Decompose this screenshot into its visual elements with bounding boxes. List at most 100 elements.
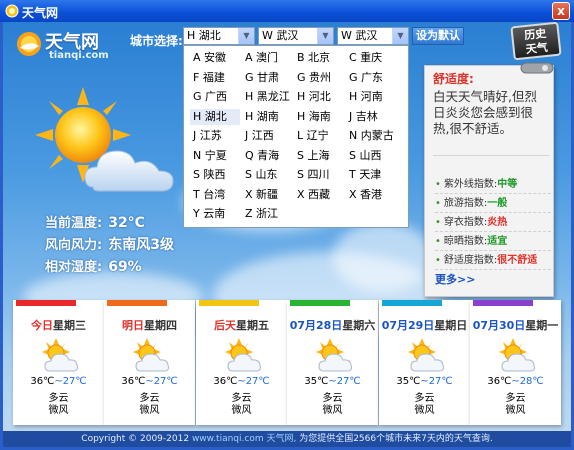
province-option[interactable]: A 澳门 (242, 50, 292, 66)
comfort-note: 舒适度: 白天天气晴好,但烈日炎炎您会感到很热,很不舒适。 • 紫外线指数:中等 •… (424, 62, 554, 297)
site-logo[interactable]: 天气网 tianqi.com (15, 28, 125, 64)
province-select[interactable]: H 湖北 ▼ (183, 27, 255, 45)
city-select[interactable]: W 武汉 ▼ (258, 27, 334, 45)
forecast-wind: 微风 (48, 405, 69, 416)
province-value: H 湖北 (187, 29, 221, 42)
province-option[interactable]: G 广西 (190, 89, 240, 105)
forecast-day: 明日星期四 (104, 317, 195, 333)
city-value: W 武汉 (262, 29, 299, 42)
forecast-day: 今日星期三 (13, 317, 104, 333)
province-option[interactable]: S 陕西 (190, 167, 240, 183)
comfort-heading: 舒适度: (433, 72, 474, 86)
province-option[interactable]: S 上海 (294, 148, 344, 164)
forecast-card[interactable]: 今日星期三 36℃~27℃ 多云 微风 (13, 300, 104, 425)
forecast-day-prefix: 07月29日 (381, 319, 435, 332)
partly-cloudy-icon (406, 338, 446, 376)
temp-low: ~27℃ (145, 376, 178, 387)
province-option[interactable]: S 山东 (242, 167, 292, 183)
province-option[interactable]: N 宁夏 (190, 148, 240, 164)
forecast-weekday: 星期日 (434, 319, 468, 332)
chevron-down-icon[interactable]: ▼ (238, 28, 254, 44)
forecast-temp: 36℃~27℃ (13, 376, 104, 387)
index-value: 中等 (497, 179, 518, 190)
current-temperature: 当前温度: 32°C (45, 212, 145, 231)
bullet-icon: • (435, 255, 441, 266)
set-default-button[interactable]: 设为默认 (412, 27, 464, 45)
province-option[interactable]: X 西藏 (294, 187, 344, 203)
app-window: 天气网 x 天气网 tianqi.com 城市选择: H 湖北 ▼ W 武汉 ▼… (0, 0, 574, 450)
forecast-day: 07月29日星期日 (379, 317, 470, 333)
forecast-day-prefix: 明日 (122, 319, 144, 332)
province-option[interactable]: J 江西 (242, 128, 292, 144)
temp-low: ~27℃ (420, 376, 453, 387)
index-value: 炎热 (487, 217, 508, 228)
footer-site[interactable]: www.tianqi.com 天气网, (192, 434, 296, 444)
chevron-down-icon[interactable]: ▼ (317, 28, 333, 44)
index-row: • 旅游指数:一般 (435, 195, 551, 213)
current-wind: 风向风力: 东南风3级 (45, 234, 174, 254)
day-color-band (473, 300, 533, 306)
more-link[interactable]: 更多>> (435, 271, 475, 287)
province-option[interactable]: H 海南 (294, 109, 344, 125)
forecast-day: 07月30日星期一 (470, 317, 561, 333)
province-option[interactable]: J 吉林 (346, 109, 396, 125)
forecast-card[interactable]: 07月28日星期六 35℃~27℃ 多云 微风 (287, 300, 378, 425)
forecast-card[interactable]: 后天星期五 36℃~27℃ 多云 微风 (196, 300, 287, 425)
forecast-wind: 微风 (505, 405, 526, 416)
province-option[interactable]: G 广东 (346, 70, 396, 86)
temp-low: ~27℃ (54, 376, 87, 387)
forecast-day-prefix: 07月28日 (289, 319, 343, 332)
district-value: W 武汉 (341, 29, 378, 42)
bullet-icon: • (435, 198, 441, 209)
forecast-card[interactable]: 07月29日星期日 35℃~27℃ 多云 微风 (379, 300, 470, 425)
province-option[interactable]: L 辽宁 (294, 128, 344, 144)
province-option[interactable]: A 安徽 (190, 50, 240, 66)
forecast-card[interactable]: 07月30日星期一 36℃~28℃ 多云 微风 (470, 300, 561, 425)
index-row: • 紫外线指数:中等 (435, 176, 551, 194)
district-select[interactable]: W 武汉 ▼ (337, 27, 409, 45)
province-option[interactable]: X 香港 (346, 187, 396, 203)
day-color-band (382, 300, 442, 306)
comfort-text: 白天天气晴好,但烈日炎炎您会感到很热,很不舒适。 (433, 89, 537, 136)
province-option[interactable]: Z 浙江 (242, 206, 292, 222)
index-row: • 晾晒指数:适宜 (435, 233, 551, 251)
province-option[interactable]: H 黑龙江 (242, 89, 292, 105)
temp-label: 当前温度: (45, 216, 103, 231)
province-option[interactable]: N 内蒙古 (346, 128, 396, 144)
province-option[interactable]: Y 云南 (190, 206, 240, 222)
forecast-weekday: 星期五 (236, 319, 269, 332)
province-option[interactable]: T 天津 (346, 167, 396, 183)
temp-low: ~27℃ (237, 376, 270, 387)
province-option[interactable]: B 北京 (294, 50, 344, 66)
province-option[interactable]: S 四川 (294, 167, 344, 183)
partly-cloudy-icon (314, 338, 354, 376)
bullet-icon: • (435, 179, 441, 190)
province-option[interactable]: G 甘肃 (242, 70, 292, 86)
province-option[interactable]: T 台湾 (190, 187, 240, 203)
day-color-band (290, 300, 350, 306)
province-option[interactable]: J 江苏 (190, 128, 240, 144)
province-option[interactable]: F 福建 (190, 70, 240, 86)
title-bar[interactable]: 天气网 x (0, 0, 574, 22)
province-option[interactable]: Q 青海 (242, 148, 292, 164)
province-option[interactable]: S 山西 (346, 148, 396, 164)
index-row: • 穿衣指数:炎热 (435, 214, 551, 232)
province-option[interactable]: G 贵州 (294, 70, 344, 86)
province-option[interactable]: H 河南 (346, 89, 396, 105)
temp-high: 36℃ (121, 376, 146, 387)
province-option[interactable]: H 河北 (294, 89, 344, 105)
partly-cloudy-icon (40, 338, 80, 376)
chevron-down-icon[interactable]: ▼ (392, 28, 408, 44)
footer-text: 为您提供全国2566个城市未来7天内的天气查询. (299, 434, 493, 444)
forecast-temp: 36℃~28℃ (470, 376, 561, 387)
province-option[interactable]: X 新疆 (242, 187, 292, 203)
history-weather-button[interactable]: 历史 天气 (510, 22, 562, 61)
forecast-card[interactable]: 明日星期四 36℃~27℃ 多云 微风 (104, 300, 195, 425)
close-button[interactable]: x (552, 2, 570, 20)
index-label: 旅游指数: (443, 198, 488, 209)
province-option[interactable]: C 重庆 (346, 50, 396, 66)
province-option[interactable]: H 湖北 (190, 108, 240, 125)
partly-cloudy-icon (223, 338, 263, 376)
day-color-band (199, 300, 259, 306)
province-option[interactable]: H 湖南 (242, 109, 292, 125)
